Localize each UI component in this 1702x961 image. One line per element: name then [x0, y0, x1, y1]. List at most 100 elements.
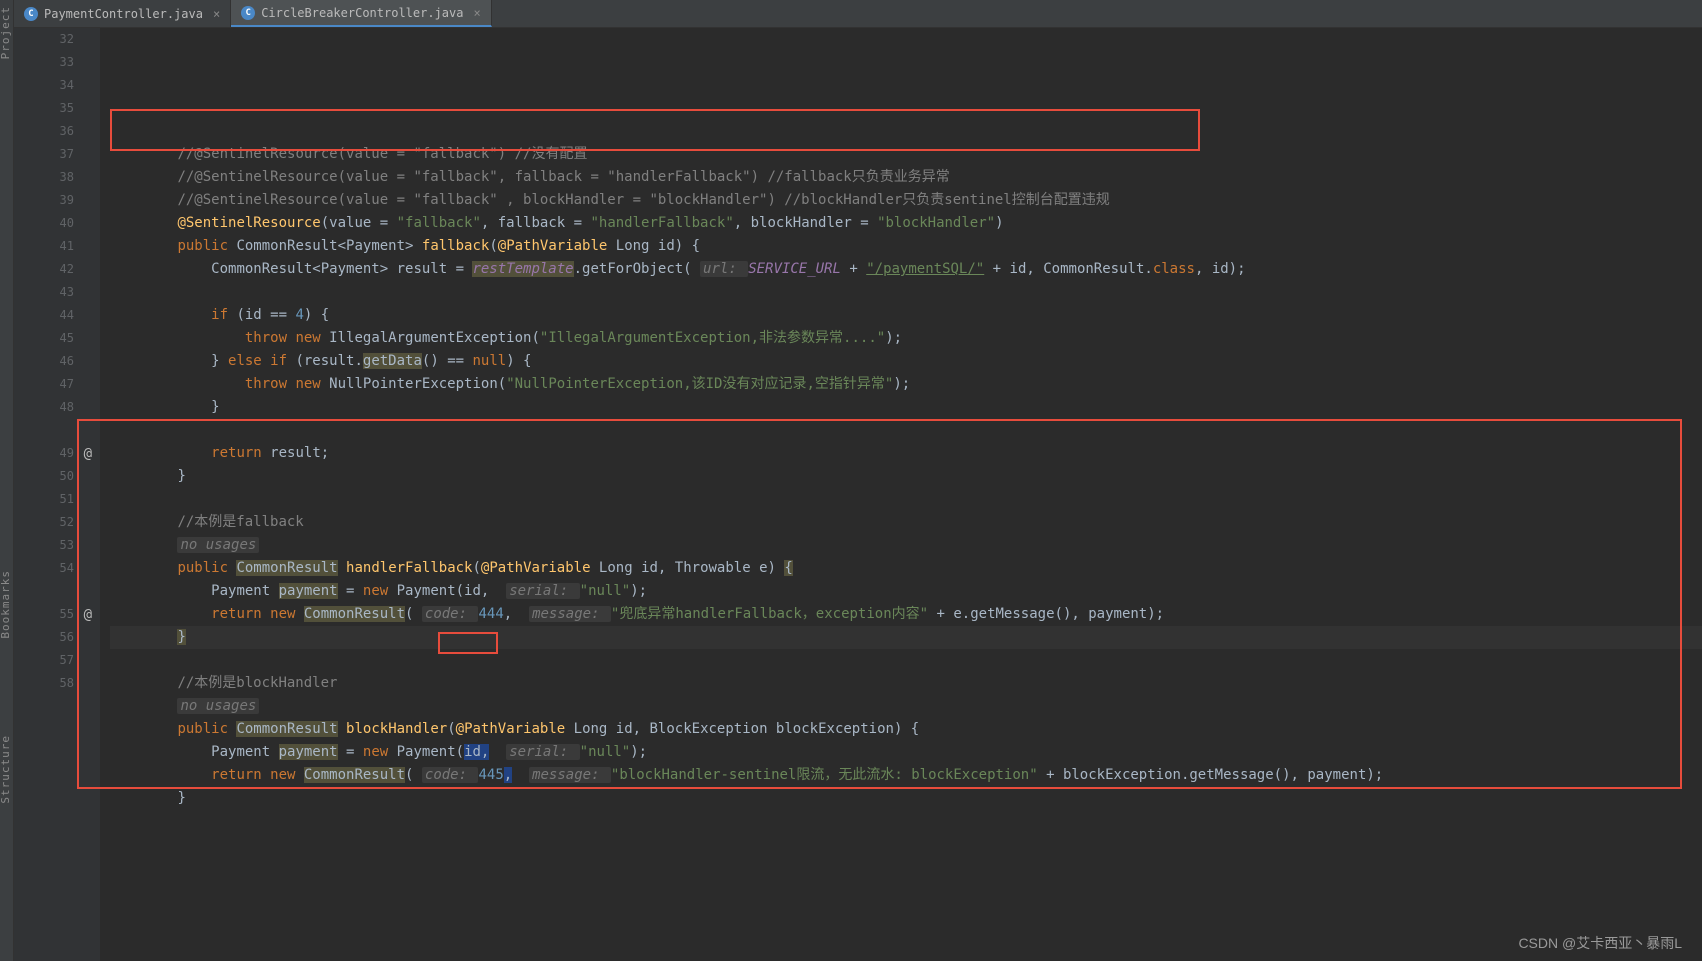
code-line[interactable]: } — [110, 396, 1702, 419]
gutter-line[interactable]: 51 — [24, 488, 74, 511]
gutter-line[interactable]: 40 — [24, 212, 74, 235]
sidebar-label-project[interactable]: Project — [0, 6, 12, 59]
tab-circle-breaker-controller[interactable]: C CircleBreakerController.java × — [231, 0, 492, 27]
gutter-line[interactable]: 32 — [24, 28, 74, 51]
code-token — [177, 606, 211, 622]
gutter-line[interactable]: 45 — [24, 327, 74, 350]
gutter-line[interactable]: 47 — [24, 373, 74, 396]
code-line[interactable]: public CommonResult<Payment> fallback(@P… — [110, 235, 1702, 258]
gutter-line[interactable]: 50 — [24, 465, 74, 488]
code-line[interactable] — [110, 419, 1702, 442]
code-line[interactable]: public CommonResult handlerFallback(@Pat… — [110, 557, 1702, 580]
code-line[interactable]: @SentinelResource(value = "fallback", fa… — [110, 212, 1702, 235]
code-line[interactable]: //@SentinelResource(value = "fallback") … — [110, 143, 1702, 166]
code-token: ); — [885, 330, 902, 346]
close-icon[interactable]: × — [213, 7, 220, 21]
gutter-line[interactable]: 39 — [24, 189, 74, 212]
code-line[interactable]: } else if (result.getData() == null) { — [110, 350, 1702, 373]
code-token: ( — [447, 721, 455, 737]
gutter-line[interactable]: 46 — [24, 350, 74, 373]
code-token: Payment(id, — [397, 583, 507, 599]
code-token: 445 — [478, 767, 503, 783]
gutter-line[interactable] — [24, 419, 74, 442]
gutter-line[interactable]: 52 — [24, 511, 74, 534]
code-line[interactable]: throw new IllegalArgumentException("Ille… — [110, 327, 1702, 350]
code-line[interactable]: if (id == 4) { — [110, 304, 1702, 327]
gutter-line[interactable]: 54 — [24, 557, 74, 580]
gutter[interactable]: 323334353637383940414243444546474849@505… — [14, 28, 100, 961]
gutter-line[interactable]: 48 — [24, 396, 74, 419]
gutter-line[interactable]: 35 — [24, 97, 74, 120]
code-token: (id == — [236, 307, 295, 323]
code-token: (result. — [295, 353, 362, 369]
code-line[interactable]: //@SentinelResource(value = "fallback", … — [110, 166, 1702, 189]
gutter-line[interactable]: 56 — [24, 626, 74, 649]
gutter-line[interactable]: 53 — [24, 534, 74, 557]
tab-payment-controller[interactable]: C PaymentController.java × — [14, 0, 231, 27]
code-token: new — [363, 583, 397, 599]
code-line[interactable]: } — [110, 465, 1702, 488]
code-token: handlerFallback — [346, 560, 472, 576]
code-line[interactable]: return new CommonResult( code: 445, mess… — [110, 764, 1702, 787]
gutter-line[interactable]: 55@ — [24, 603, 74, 626]
code-token: throw new — [245, 376, 329, 392]
code-token: "null" — [580, 583, 631, 599]
gutter-line[interactable]: 36 — [24, 120, 74, 143]
gutter-line[interactable]: 49@ — [24, 442, 74, 465]
code-token: public — [177, 721, 236, 737]
code-line[interactable]: } — [110, 626, 1702, 649]
code-token: "/paymentSQL/" — [866, 261, 984, 277]
code-token: 4 — [295, 307, 303, 323]
gutter-line[interactable]: 37 — [24, 143, 74, 166]
code-line[interactable]: Payment payment = new Payment(id, serial… — [110, 741, 1702, 764]
override-gutter-icon[interactable]: @ — [78, 443, 92, 457]
code-line[interactable]: //本例是blockHandler — [110, 672, 1702, 695]
code-line[interactable]: throw new NullPointerException("NullPoin… — [110, 373, 1702, 396]
code-line[interactable]: no usages — [110, 695, 1702, 718]
code-line[interactable]: CommonResult<Payment> result = restTempl… — [110, 258, 1702, 281]
code-token: message: — [529, 767, 611, 783]
code-token: + — [841, 261, 866, 277]
tab-label: CircleBreakerController.java — [261, 6, 463, 20]
override-gutter-icon[interactable]: @ — [78, 604, 92, 618]
tool-window-bar[interactable]: Project Bookmarks Structure — [0, 0, 14, 961]
code-line[interactable]: return result; — [110, 442, 1702, 465]
code-area[interactable]: //@SentinelResource(value = "fallback") … — [100, 28, 1702, 961]
gutter-line[interactable]: 43 — [24, 281, 74, 304]
code-line[interactable] — [110, 488, 1702, 511]
sidebar-label-structure[interactable]: Structure — [0, 735, 12, 804]
gutter-line[interactable]: 42 — [24, 258, 74, 281]
code-token: CommonResult<Payment> — [236, 238, 421, 254]
code-token: .getForObject( — [574, 261, 700, 277]
code-line[interactable]: public CommonResult blockHandler(@PathVa… — [110, 718, 1702, 741]
gutter-line[interactable]: 58 — [24, 672, 74, 695]
gutter-line[interactable]: 41 — [24, 235, 74, 258]
code-line[interactable]: Payment payment = new Payment(id, serial… — [110, 580, 1702, 603]
gutter-line[interactable]: 57 — [24, 649, 74, 672]
code-line[interactable]: //@SentinelResource(value = "fallback" ,… — [110, 189, 1702, 212]
code-line[interactable]: no usages — [110, 534, 1702, 557]
code-token: + id, CommonResult. — [984, 261, 1153, 277]
editor[interactable]: 323334353637383940414243444546474849@505… — [14, 28, 1702, 961]
code-line[interactable]: } — [110, 787, 1702, 810]
gutter-line[interactable]: 34 — [24, 74, 74, 97]
code-token: //@SentinelResource(value = "fallback", … — [177, 169, 949, 185]
code-token: return new — [211, 606, 304, 622]
code-line[interactable]: return new CommonResult( code: 444, mess… — [110, 603, 1702, 626]
code-token: "blockHandler" — [877, 215, 995, 231]
code-token — [338, 560, 346, 576]
code-line[interactable]: //本例是fallback — [110, 511, 1702, 534]
close-icon[interactable]: × — [473, 6, 480, 20]
gutter-line[interactable]: 44 — [24, 304, 74, 327]
gutter-line[interactable] — [24, 580, 74, 603]
gutter-line[interactable]: 33 — [24, 51, 74, 74]
code-line[interactable] — [110, 649, 1702, 672]
code-token: //本例是fallback — [177, 514, 303, 530]
code-line[interactable] — [110, 281, 1702, 304]
sidebar-label-bookmarks[interactable]: Bookmarks — [0, 570, 12, 639]
gutter-line[interactable]: 38 — [24, 166, 74, 189]
code-token: } — [177, 790, 185, 806]
java-class-icon: C — [24, 7, 38, 21]
code-token: getData — [363, 353, 422, 369]
code-token: () == — [422, 353, 473, 369]
